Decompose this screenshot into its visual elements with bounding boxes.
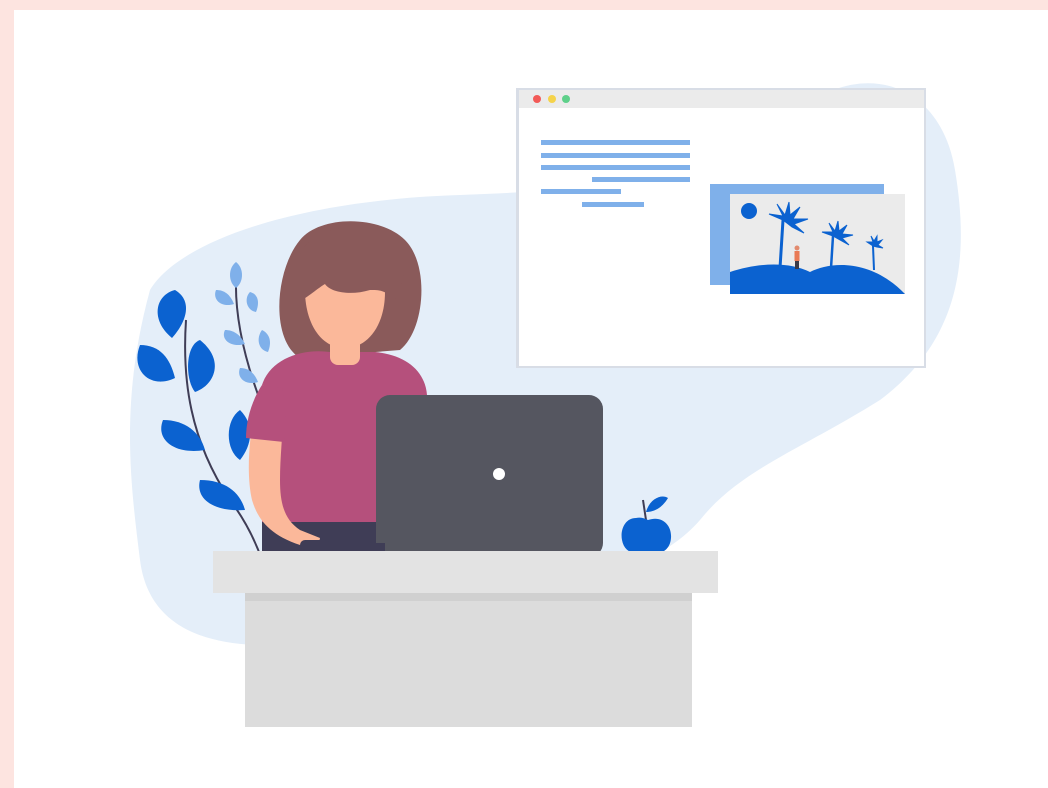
image-icon: [710, 184, 905, 294]
desk: [213, 551, 718, 727]
window-minimize-dot: [548, 95, 556, 103]
window-maximize-dot: [562, 95, 570, 103]
browser-window-icon: [516, 88, 926, 368]
window-close-dot: [533, 95, 541, 103]
bangs: [300, 226, 406, 300]
illustration-card: [14, 10, 1048, 788]
tiny-person-icon: [794, 245, 800, 269]
desk-edge: [245, 593, 692, 601]
laptop-logo: [493, 468, 505, 480]
desk-body: [245, 601, 692, 727]
illustration-svg: [130, 83, 961, 727]
desk-top: [213, 551, 718, 593]
sun-icon: [741, 203, 757, 219]
